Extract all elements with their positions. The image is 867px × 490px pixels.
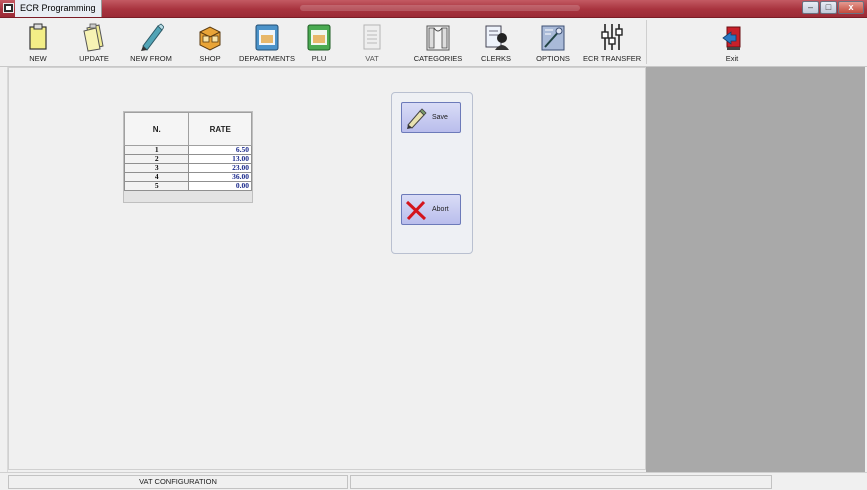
status-bar: VAT CONFIGURATION (0, 472, 867, 490)
departments-label: DEPARTMENTS (239, 54, 295, 63)
save-label: Save (432, 114, 448, 121)
table-row[interactable]: 4 36.00 (123, 172, 252, 182)
vat-label: VAT (365, 54, 379, 63)
ecr-transfer-label: ECR TRANSFER (583, 54, 642, 63)
options-label: OPTIONS (536, 54, 570, 63)
vat-workarea (8, 67, 646, 470)
exit-button[interactable]: Exit (712, 18, 752, 66)
status-panel-left: VAT CONFIGURATION (8, 475, 348, 489)
clerks-icon (485, 25, 509, 50)
row-number: 5 (123, 181, 190, 191)
abort-x-icon (405, 200, 427, 221)
categories-button[interactable]: CATEGORIES (413, 18, 463, 66)
maximize-button[interactable]: □ (820, 1, 837, 14)
new-icon (29, 23, 47, 50)
new-from-label: NEW FROM (130, 54, 172, 63)
close-button[interactable]: x (838, 1, 864, 14)
app-icon (3, 3, 14, 13)
update-label: UPDATE (79, 54, 109, 63)
categories-label: CATEGORIES (413, 54, 463, 63)
left-edge (0, 67, 8, 472)
shop-button[interactable]: SHOP (192, 18, 228, 66)
new-button[interactable]: NEW (20, 18, 56, 66)
ecr-transfer-icon (601, 24, 623, 50)
column-header-n: N. (123, 112, 190, 146)
window-title: ECR Programming (15, 0, 102, 17)
save-button[interactable]: Save (401, 102, 461, 133)
window-controls: – □ x (801, 1, 864, 14)
departments-icon (255, 24, 279, 51)
right-panel (646, 67, 865, 472)
update-icon (83, 23, 104, 52)
toolbar: NEW UPDATE NEW FROM SHOP DEPARTMENTS PLU… (0, 18, 867, 67)
plu-icon (307, 24, 331, 51)
shop-icon (199, 26, 221, 51)
minimize-button[interactable]: – (802, 1, 819, 14)
plu-button[interactable]: PLU (301, 18, 337, 66)
column-header-rate: RATE (188, 112, 252, 146)
vat-rates-grid: N. RATE 1 6.50 2 13.00 3 23.00 4 36.00 5 (123, 111, 253, 203)
shop-label: SHOP (199, 54, 221, 63)
rate-cell[interactable]: 0.00 (188, 181, 252, 191)
clerks-label: CLERKS (480, 54, 511, 63)
exit-label: Exit (725, 54, 739, 63)
vat-icon (363, 24, 381, 50)
blurred-title-text (300, 5, 580, 11)
plu-label: PLU (311, 54, 327, 63)
ecr-transfer-button[interactable]: ECR TRANSFER (583, 18, 641, 66)
new-from-button[interactable]: NEW FROM (128, 18, 174, 66)
abort-label: Abort (432, 206, 449, 213)
exit-icon (722, 26, 741, 50)
action-panel: Save Abort (391, 92, 473, 254)
categories-icon (426, 25, 450, 51)
table-row[interactable]: 5 0.00 (123, 181, 252, 191)
departments-button[interactable]: DEPARTMENTS (238, 18, 296, 66)
new-from-icon (141, 23, 164, 51)
options-button[interactable]: OPTIONS (533, 18, 573, 66)
options-icon (541, 25, 565, 51)
clerks-button[interactable]: CLERKS (478, 18, 514, 66)
vat-table: N. RATE 1 6.50 2 13.00 3 23.00 4 36.00 5 (123, 112, 252, 191)
title-bar: ECR Programming – □ x (0, 0, 867, 18)
update-button[interactable]: UPDATE (74, 18, 114, 66)
toolbar-separator (646, 20, 647, 64)
save-pencil-icon (407, 108, 427, 129)
new-label: NEW (29, 54, 47, 63)
abort-button[interactable]: Abort (401, 194, 461, 225)
vat-button[interactable]: VAT (354, 18, 390, 66)
status-panel-right (350, 475, 772, 489)
